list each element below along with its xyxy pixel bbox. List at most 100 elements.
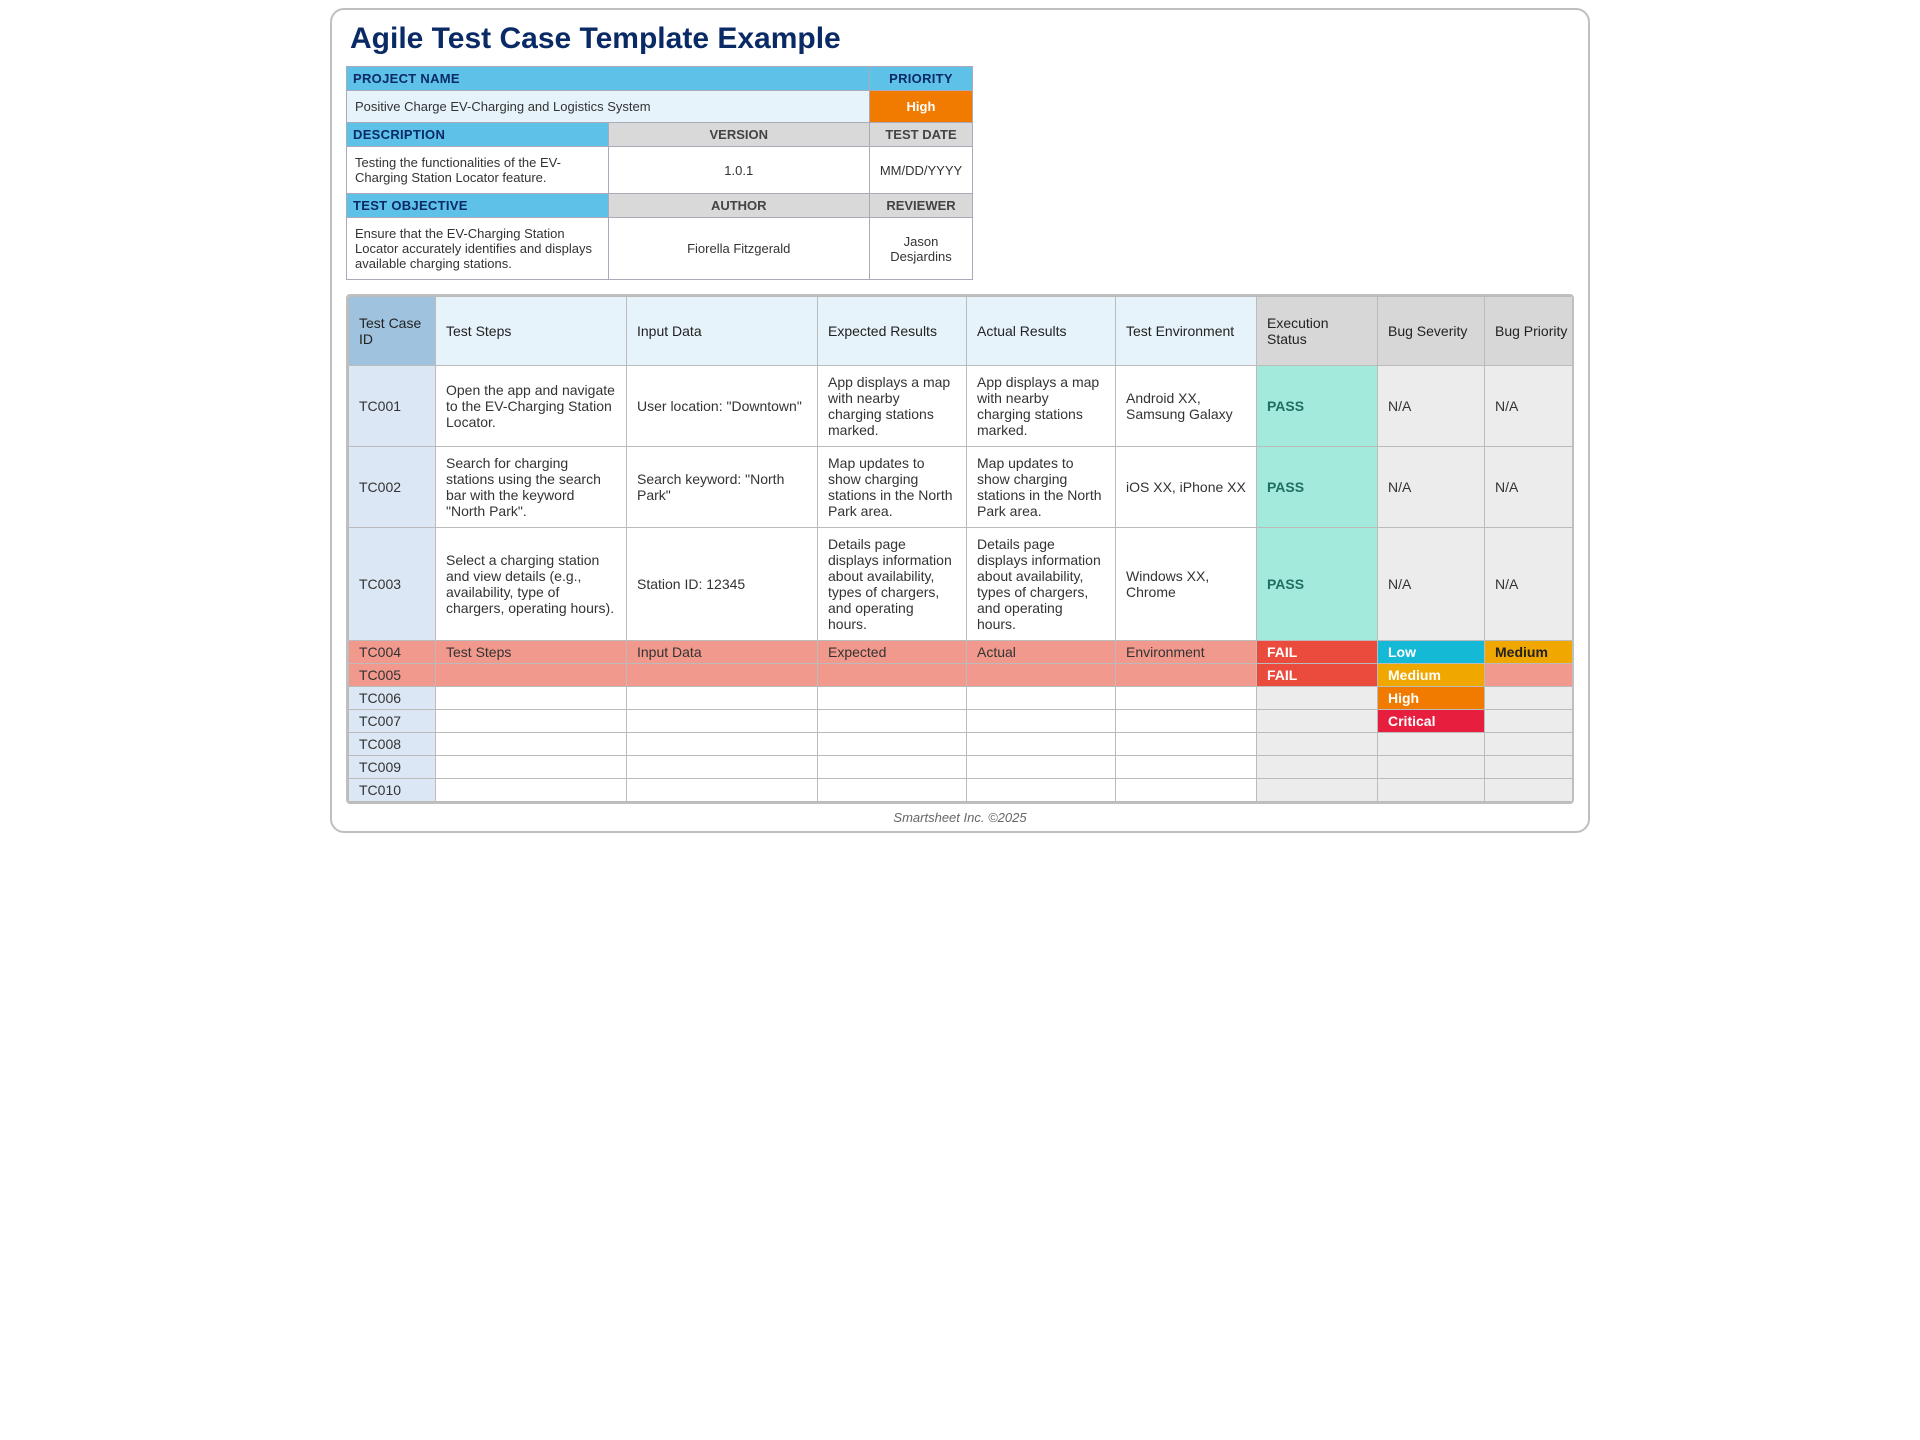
cell-ts bbox=[436, 664, 627, 687]
cell-ts: Test Steps bbox=[436, 641, 627, 664]
cell-sev bbox=[1378, 756, 1485, 779]
col-exec: Execution Status bbox=[1257, 297, 1378, 366]
cell-in bbox=[627, 733, 818, 756]
cell-env: Environment bbox=[1116, 641, 1257, 664]
table-row: TC010 bbox=[349, 779, 1575, 802]
page-card: Agile Test Case Template Example PROJECT… bbox=[330, 8, 1590, 833]
cell-sev: N/A bbox=[1378, 447, 1485, 528]
cell-ex bbox=[818, 687, 967, 710]
value-priority: High bbox=[870, 91, 973, 123]
cell-sev: Critical bbox=[1378, 710, 1485, 733]
cell-ex bbox=[818, 710, 967, 733]
value-test-date: MM/DD/YYYY bbox=[870, 147, 973, 194]
cell-exs: FAIL bbox=[1257, 641, 1378, 664]
label-version: VERSION bbox=[608, 123, 870, 147]
cell-ex: Map updates to show charging stations in… bbox=[818, 447, 967, 528]
test-case-table: Test Case ID Test Steps Input Data Expec… bbox=[348, 296, 1574, 802]
cell-id cell-id: TC005 bbox=[349, 664, 436, 687]
cell-ac: App displays a map with nearby charging … bbox=[967, 366, 1116, 447]
col-actual: Actual Results bbox=[967, 297, 1116, 366]
table-row: TC005FAILMedium bbox=[349, 664, 1575, 687]
table-row: TC004Test StepsInput DataExpectedActualE… bbox=[349, 641, 1575, 664]
table-row: TC003Select a charging station and view … bbox=[349, 528, 1575, 641]
cell-exs bbox=[1257, 687, 1378, 710]
cell-env: Android XX, Samsung Galaxy bbox=[1116, 366, 1257, 447]
cell-id cell-id: TC006 bbox=[349, 687, 436, 710]
cell-ts: Search for charging stations using the s… bbox=[436, 447, 627, 528]
label-author: AUTHOR bbox=[608, 194, 870, 218]
cell-ac bbox=[967, 733, 1116, 756]
cell-pri bbox=[1485, 733, 1575, 756]
cell-id cell-id: TC009 bbox=[349, 756, 436, 779]
cell-in bbox=[627, 687, 818, 710]
cell-pri: N/A bbox=[1485, 528, 1575, 641]
label-reviewer: REVIEWER bbox=[870, 194, 973, 218]
cell-exs bbox=[1257, 733, 1378, 756]
cell-exs: PASS bbox=[1257, 447, 1378, 528]
cell-in: Input Data bbox=[627, 641, 818, 664]
col-input: Input Data bbox=[627, 297, 818, 366]
cell-env: Windows XX, Chrome bbox=[1116, 528, 1257, 641]
cell-ac bbox=[967, 710, 1116, 733]
col-pri: Bug Priority bbox=[1485, 297, 1575, 366]
cell-in bbox=[627, 664, 818, 687]
cell-id cell-id: TC004 bbox=[349, 641, 436, 664]
cell-env bbox=[1116, 779, 1257, 802]
cell-ac bbox=[967, 687, 1116, 710]
cell-ts bbox=[436, 687, 627, 710]
cell-sev: High bbox=[1378, 687, 1485, 710]
label-test-date: TEST DATE bbox=[870, 123, 973, 147]
cell-ex: App displays a map with nearby charging … bbox=[818, 366, 967, 447]
test-case-table-wrap: Test Case ID Test Steps Input Data Expec… bbox=[346, 294, 1574, 804]
value-version: 1.0.1 bbox=[608, 147, 870, 194]
cell-in bbox=[627, 710, 818, 733]
cell-ac: Map updates to show charging stations in… bbox=[967, 447, 1116, 528]
cell-pri bbox=[1485, 779, 1575, 802]
cell-ac bbox=[967, 779, 1116, 802]
col-expected: Expected Results bbox=[818, 297, 967, 366]
cell-ex bbox=[818, 756, 967, 779]
cell-in bbox=[627, 756, 818, 779]
cell-exs bbox=[1257, 756, 1378, 779]
label-priority: PRIORITY bbox=[870, 67, 973, 91]
col-steps: Test Steps bbox=[436, 297, 627, 366]
cell-env bbox=[1116, 664, 1257, 687]
cell-pri: Medium bbox=[1485, 641, 1575, 664]
cell-pri: N/A bbox=[1485, 366, 1575, 447]
cell-pri bbox=[1485, 756, 1575, 779]
table-row: TC001Open the app and navigate to the EV… bbox=[349, 366, 1575, 447]
table-row: TC002Search for charging stations using … bbox=[349, 447, 1575, 528]
page-title: Agile Test Case Template Example bbox=[350, 22, 1574, 56]
cell-exs: PASS bbox=[1257, 366, 1378, 447]
cell-ac bbox=[967, 664, 1116, 687]
table-row: TC006 High bbox=[349, 687, 1575, 710]
cell-ts bbox=[436, 733, 627, 756]
cell-env: iOS XX, iPhone XX bbox=[1116, 447, 1257, 528]
value-test-objective: Ensure that the EV-Charging Station Loca… bbox=[347, 218, 609, 280]
cell-sev bbox=[1378, 779, 1485, 802]
value-reviewer: Jason Desjardins bbox=[870, 218, 973, 280]
cell-ex: Expected bbox=[818, 641, 967, 664]
cell-ex bbox=[818, 664, 967, 687]
cell-ex bbox=[818, 733, 967, 756]
cell-in: Search keyword: "North Park" bbox=[627, 447, 818, 528]
cell-sev: Low bbox=[1378, 641, 1485, 664]
label-project-name: PROJECT NAME bbox=[347, 67, 870, 91]
footer-text: Smartsheet Inc. ©2025 bbox=[346, 810, 1574, 825]
cell-id cell-id: TC002 bbox=[349, 447, 436, 528]
cell-in: Station ID: 12345 bbox=[627, 528, 818, 641]
cell-exs: FAIL bbox=[1257, 664, 1378, 687]
cell-sev: N/A bbox=[1378, 528, 1485, 641]
cell-ac bbox=[967, 756, 1116, 779]
cell-pri bbox=[1485, 664, 1575, 687]
cell-id cell-id: TC003 bbox=[349, 528, 436, 641]
cell-ts: Open the app and navigate to the EV-Char… bbox=[436, 366, 627, 447]
value-description: Testing the functionalities of the EV-Ch… bbox=[347, 147, 609, 194]
cell-env bbox=[1116, 710, 1257, 733]
cell-id cell-id: TC001 bbox=[349, 366, 436, 447]
header-table: PROJECT NAME PRIORITY Positive Charge EV… bbox=[346, 66, 973, 280]
cell-id cell-id: TC007 bbox=[349, 710, 436, 733]
table-row: TC008 bbox=[349, 733, 1575, 756]
cell-sev: N/A bbox=[1378, 366, 1485, 447]
cell-ex: Details page displays information about … bbox=[818, 528, 967, 641]
